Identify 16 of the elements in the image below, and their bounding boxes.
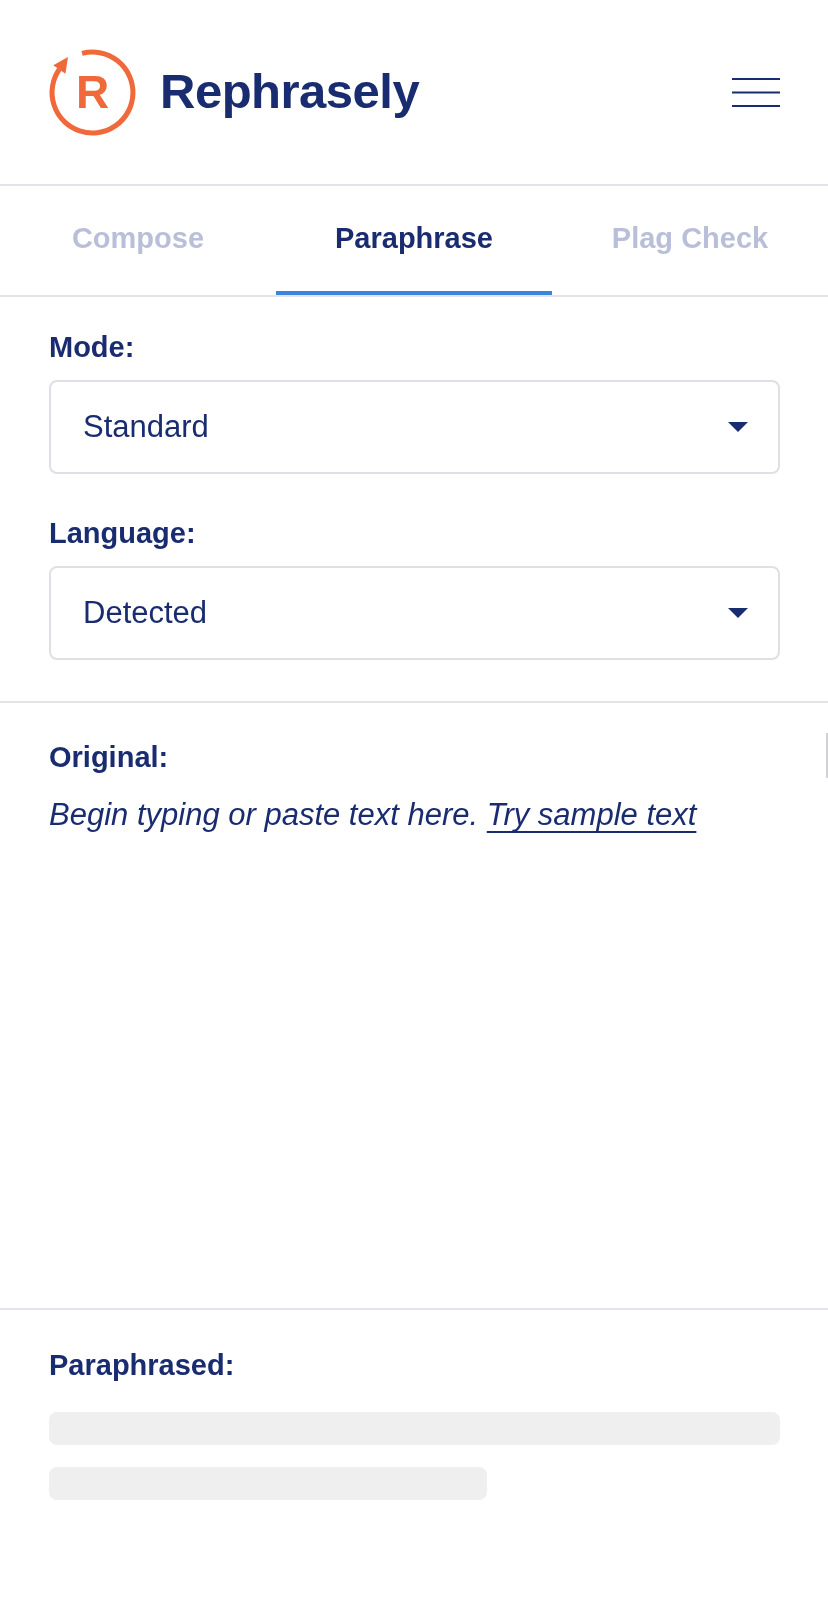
placeholder-text: Begin typing or paste text here. Try sample text bbox=[49, 796, 699, 834]
brand-name: Rephrasely bbox=[160, 65, 420, 119]
field-label: Original: bbox=[49, 740, 169, 775]
dropdown[interactable]: Standard bbox=[49, 380, 780, 474]
field-label: Mode: bbox=[49, 330, 135, 365]
logo-mark: R bbox=[48, 47, 137, 137]
tab[interactable]: Paraphrase bbox=[276, 186, 552, 295]
caret-icon bbox=[728, 422, 748, 432]
scrollbar-thumb[interactable] bbox=[826, 733, 828, 778]
dropdown[interactable]: Detected bbox=[49, 566, 780, 660]
sample-text-link[interactable]: Try sample text bbox=[486, 797, 697, 832]
text-input-field[interactable]: Begin typing or paste text here. Try sample text bbox=[49, 795, 780, 1308]
menu-icon[interactable] bbox=[732, 77, 780, 107]
caret-icon bbox=[728, 608, 748, 618]
field-label: Language: bbox=[49, 516, 196, 551]
field-label: Paraphrased: bbox=[49, 1348, 235, 1383]
